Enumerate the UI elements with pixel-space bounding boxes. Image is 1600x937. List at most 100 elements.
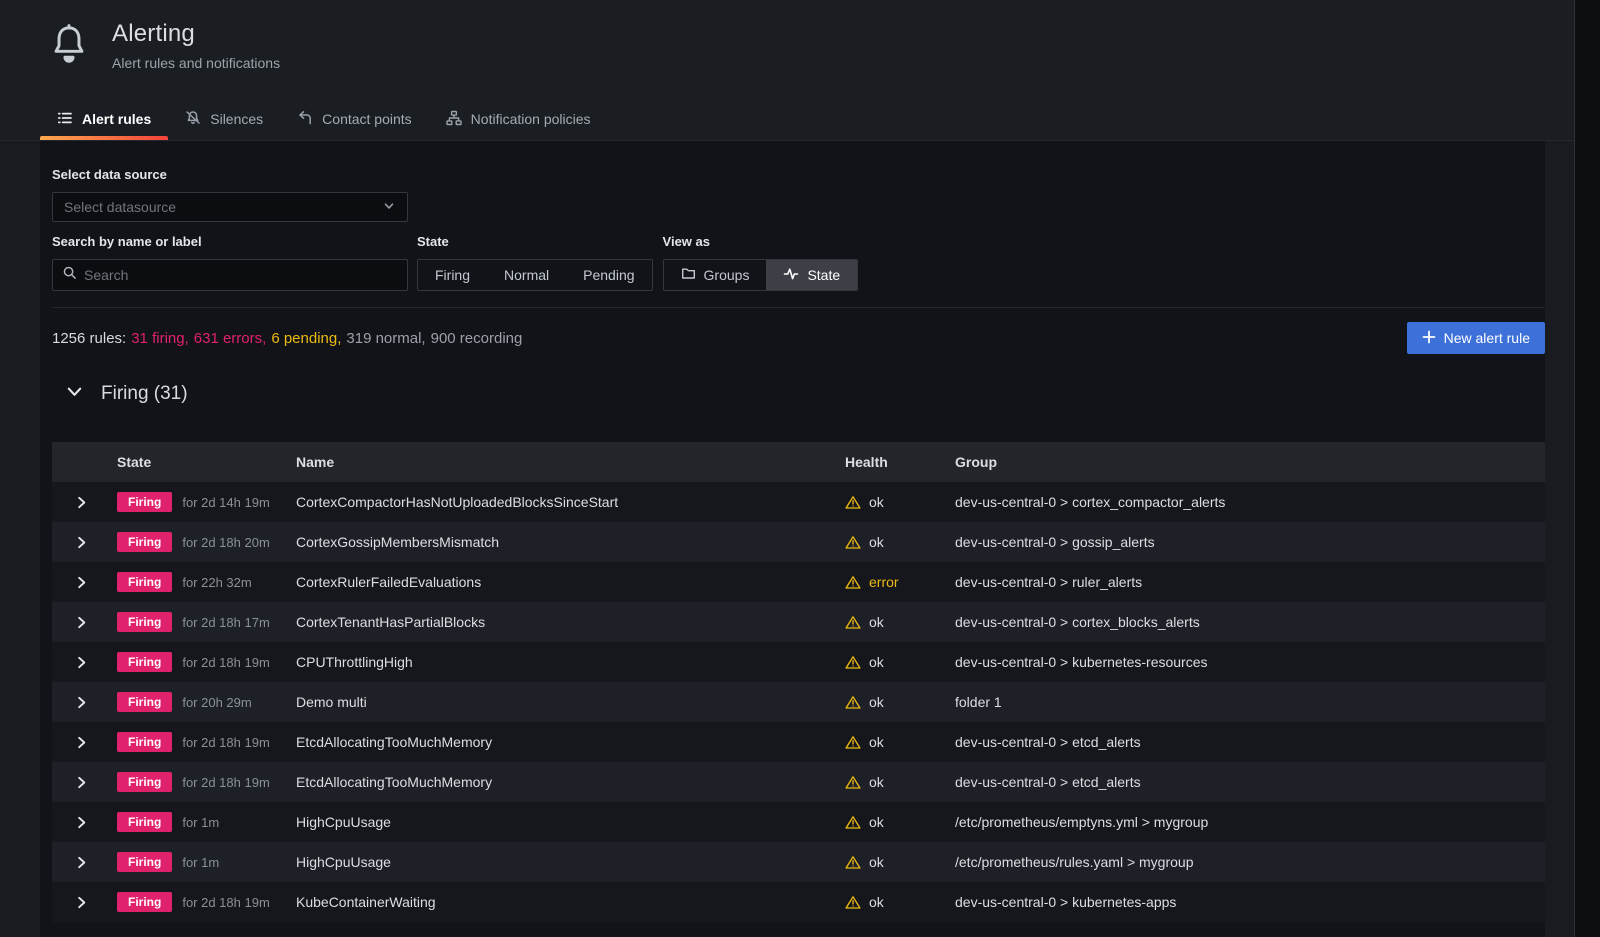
summary-pending: 6 pending, [271,330,341,347]
chevron-right-icon [74,855,89,870]
state-filter-group: Firing Normal Pending [417,259,653,291]
table-row[interactable]: Firing for 2d 18h 19m EtcdAllocatingTooM… [52,762,1545,802]
rule-name: EtcdAllocatingTooMuchMemory [296,734,845,750]
firing-duration: for 2d 18h 19m [182,735,269,750]
table-header-row: State Name Health Group [52,442,1545,482]
chevron-right-icon [74,535,89,550]
search-input[interactable] [84,267,398,283]
health-text: ok [869,774,884,790]
expand-row-button[interactable] [52,855,110,870]
rule-group: dev-us-central-0 > ruler_alerts [955,574,1545,590]
health-text: ok [869,734,884,750]
page-subtitle: Alert rules and notifications [112,55,280,71]
expand-row-button[interactable] [52,695,110,710]
rule-group: dev-us-central-0 > kubernetes-apps [955,894,1545,910]
state-filter-label: State [417,234,653,251]
firing-state-badge: Firing [117,772,172,792]
rule-name: CortexCompactorHasNotUploadedBlocksSince… [296,494,845,510]
new-alert-rule-label: New alert rule [1444,330,1530,346]
warning-icon [845,615,861,630]
warning-icon [845,495,861,510]
chevron-right-icon [74,815,89,830]
page-header: Alerting Alert rules and notifications [48,20,280,73]
warning-icon [845,815,861,830]
chevron-down-icon[interactable] [65,382,84,406]
rule-health: error [845,574,955,590]
view-as-option-label: Groups [704,267,750,283]
column-header-group: Group [955,454,1545,470]
table-row[interactable]: Firing for 2d 14h 19m CortexCompactorHas… [52,482,1545,522]
expand-row-button[interactable] [52,815,110,830]
column-header-state: State [110,454,296,470]
expand-row-button[interactable] [52,575,110,590]
corner-arrow-icon [297,110,313,129]
firing-duration: for 2d 14h 19m [182,495,269,510]
chevron-right-icon [74,495,89,510]
view-as-option-label: State [807,267,840,283]
alert-rules-table: State Name Health Group Firing for 2d 14… [52,442,1545,922]
tab-silences[interactable]: Silences [168,98,280,140]
new-alert-rule-button[interactable]: New alert rule [1407,322,1545,354]
warning-icon [845,735,861,750]
view-as-groups[interactable]: Groups [664,260,767,290]
folder-icon [681,266,696,284]
firing-state-badge: Firing [117,732,172,752]
chevron-down-icon [382,199,396,216]
datasource-placeholder: Select datasource [64,199,176,215]
expand-row-button[interactable] [52,735,110,750]
summary-total: 1256 rules: [52,330,126,347]
view-as-state[interactable]: State [766,260,857,290]
column-header-health: Health [845,454,955,470]
state-option-pending[interactable]: Pending [566,260,651,290]
datasource-select[interactable]: Select datasource [52,192,408,222]
health-text: ok [869,614,884,630]
firing-state-badge: Firing [117,652,172,672]
expand-row-button[interactable] [52,775,110,790]
expand-row-button[interactable] [52,655,110,670]
tab-bar: Alert rules Silences Contact points [40,98,608,140]
table-row[interactable]: Firing for 20h 29m Demo multi ok folder … [52,682,1545,722]
rule-health: ok [845,814,955,830]
rule-group: folder 1 [955,694,1545,710]
table-row[interactable]: Firing for 1m HighCpuUsage ok /etc/prome… [52,802,1545,842]
state-option-firing[interactable]: Firing [418,260,487,290]
expand-row-button[interactable] [52,895,110,910]
view-as-label: View as [663,234,859,251]
chevron-right-icon [74,615,89,630]
warning-icon [845,535,861,550]
tab-alert-rules[interactable]: Alert rules [40,98,168,140]
expand-row-button[interactable] [52,535,110,550]
table-row[interactable]: Firing for 2d 18h 19m CPUThrottlingHigh … [52,642,1545,682]
page-title: Alerting [112,20,280,48]
firing-state-badge: Firing [117,892,172,912]
health-text: ok [869,854,884,870]
rule-group: /etc/prometheus/rules.yaml > mygroup [955,854,1545,870]
summary-row: 1256 rules: 31 firing, 631 errors, 6 pen… [52,322,1545,354]
expand-row-button[interactable] [52,615,110,630]
summary-firing: 31 firing, [131,330,189,347]
table-row[interactable]: Firing for 2d 18h 17m CortexTenantHasPar… [52,602,1545,642]
plus-icon [1422,330,1436,347]
rule-health: ok [845,894,955,910]
tab-label: Alert rules [82,111,151,127]
expand-row-button[interactable] [52,495,110,510]
state-option-normal[interactable]: Normal [487,260,566,290]
table-row[interactable]: Firing for 22h 32m CortexRulerFailedEval… [52,562,1545,602]
firing-duration: for 2d 18h 19m [182,895,269,910]
search-label: Search by name or label [52,234,408,251]
tab-contact-points[interactable]: Contact points [280,98,429,140]
rule-name: CortexGossipMembersMismatch [296,534,845,550]
firing-section-header[interactable]: Firing (31) [52,382,1545,406]
table-row[interactable]: Firing for 2d 18h 19m EtcdAllocatingTooM… [52,722,1545,762]
sitemap-icon [446,110,462,129]
tab-notification-policies[interactable]: Notification policies [429,98,608,140]
vertical-scrollbar[interactable] [1574,0,1600,937]
health-text: ok [869,814,884,830]
firing-duration: for 2d 18h 17m [182,615,269,630]
firing-duration: for 1m [182,815,219,830]
chevron-right-icon [74,735,89,750]
table-row[interactable]: Firing for 2d 18h 20m CortexGossipMember… [52,522,1545,562]
table-row[interactable]: Firing for 2d 18h 19m KubeContainerWaiti… [52,882,1545,922]
search-icon [62,265,77,285]
table-row[interactable]: Firing for 1m HighCpuUsage ok /etc/prome… [52,842,1545,882]
